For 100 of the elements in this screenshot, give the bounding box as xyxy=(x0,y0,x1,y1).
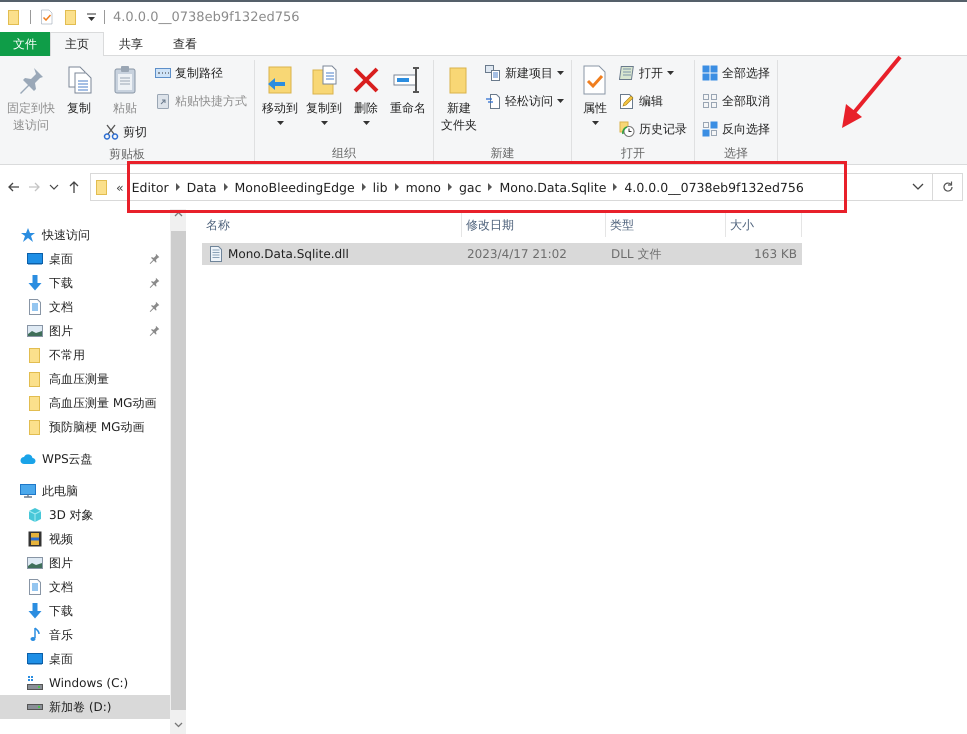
nav-item[interactable]: 3D 对象 xyxy=(0,503,170,527)
folder-icon xyxy=(27,371,43,387)
picture-icon xyxy=(27,555,43,571)
caret-icon xyxy=(362,121,370,125)
ribbon-button[interactable]: 删除 xyxy=(347,60,385,125)
ribbon-button[interactable]: 全部选择 xyxy=(699,60,773,86)
ribbon-button[interactable]: 复制 xyxy=(60,60,98,117)
monitor-icon xyxy=(27,251,43,267)
nav-item[interactable]: Windows (C:) xyxy=(0,671,170,695)
ribbon-button[interactable]: 打开 xyxy=(616,60,690,86)
nav-item[interactable]: 音乐 xyxy=(0,623,170,647)
checker-grid-icon xyxy=(702,121,718,137)
ribbon-button[interactable]: 轻松访问 xyxy=(482,88,567,114)
ribbon-button[interactable]: 反向选择 xyxy=(699,116,773,142)
down-arrow-icon xyxy=(27,275,43,291)
ribbon-button[interactable]: 全部取消 xyxy=(699,88,773,114)
breadcrumb-item[interactable]: gac xyxy=(452,180,488,194)
ribbon-tab[interactable]: 共享 xyxy=(104,32,158,56)
address-bar[interactable]: « Editor Data MonoBleedingEdge lib mono gac Mono.Data.Sqlite 4.0.0.0__0738eb9f132ed756 xyxy=(90,173,933,201)
nav-item[interactable]: 下载 xyxy=(0,599,170,623)
nav-item[interactable]: 图片 xyxy=(0,551,170,575)
drive-icon xyxy=(27,704,43,710)
nav-item[interactable]: 视频 xyxy=(0,527,170,551)
ribbon-tab[interactable]: 查看 xyxy=(158,32,212,56)
caret-icon xyxy=(592,121,598,125)
group-label: 选择 xyxy=(723,145,749,162)
chevron-right-icon[interactable] xyxy=(222,183,229,191)
scroll-up-icon[interactable] xyxy=(174,211,182,217)
scissors-icon xyxy=(103,124,119,140)
breadcrumb-item[interactable]: lib xyxy=(366,180,394,194)
column-header[interactable]: 修改日期 xyxy=(462,213,606,237)
folder-icon xyxy=(27,419,43,435)
breadcrumb-item[interactable]: Data xyxy=(180,180,223,194)
nav-item[interactable]: 快速访问 xyxy=(0,223,170,247)
chevron-right-icon[interactable] xyxy=(487,183,494,191)
customize-caret-icon[interactable] xyxy=(87,13,96,21)
pin-icon[interactable] xyxy=(149,325,160,336)
refresh-button[interactable] xyxy=(933,173,963,201)
dropdown-chevron-icon xyxy=(49,184,59,190)
chevron-right-icon[interactable] xyxy=(394,183,400,191)
path-field-icon xyxy=(155,65,171,81)
column-header[interactable]: 类型 xyxy=(606,213,726,237)
column-header[interactable]: 大小 xyxy=(726,213,802,237)
ribbon-button[interactable]: 编辑 xyxy=(616,88,690,114)
nav-item[interactable]: 此电脑 xyxy=(0,479,170,503)
pin-icon[interactable] xyxy=(149,253,160,264)
caret-icon xyxy=(320,121,328,125)
file-icon xyxy=(208,246,224,262)
ribbon-button[interactable]: 剪切 xyxy=(100,119,150,145)
picture-icon xyxy=(27,323,43,339)
overflow-button[interactable]: « xyxy=(110,180,126,194)
nav-item[interactable]: 不常用 xyxy=(0,343,170,367)
ribbon-button[interactable]: 新建 文件夹 xyxy=(438,60,480,134)
scroll-down-icon[interactable] xyxy=(174,722,182,728)
nav-item[interactable]: 高血压测量 xyxy=(0,367,170,391)
table-cell-text: 2023/4/17 21:02 xyxy=(466,247,568,261)
drive-icon xyxy=(27,675,43,691)
ribbon-button[interactable]: 历史记录 xyxy=(616,116,690,142)
chevron-right-icon[interactable] xyxy=(174,183,181,191)
nav-item[interactable]: 文档 xyxy=(0,575,170,599)
clock-folder-icon xyxy=(619,121,635,137)
pin-icon[interactable] xyxy=(149,301,160,312)
nav-item[interactable]: 预防脑梗 MG动画 xyxy=(0,415,170,439)
nav-item[interactable]: WPS云盘 xyxy=(0,447,170,471)
ribbon-tab[interactable]: 主页 xyxy=(50,32,104,56)
folder-icon xyxy=(27,347,43,363)
nav-item[interactable]: 桌面 xyxy=(0,247,170,271)
group-label: 剪贴板 xyxy=(108,146,146,163)
monitor-icon xyxy=(27,651,43,667)
ribbon-button[interactable]: 属性 xyxy=(576,60,614,125)
document-lines-icon xyxy=(485,93,501,109)
breadcrumb-item[interactable]: mono xyxy=(400,180,447,194)
chevron-right-icon[interactable] xyxy=(612,183,618,191)
breadcrumb-item[interactable]: 4.0.0.0__0738eb9f132ed756 xyxy=(618,180,810,194)
dropdown-chevron-icon[interactable] xyxy=(912,183,924,191)
chevron-right-icon[interactable] xyxy=(360,183,367,191)
ribbon-button[interactable]: 复制到 xyxy=(303,60,345,125)
nav-item[interactable]: 图片 xyxy=(0,319,170,343)
document-icon xyxy=(27,579,43,595)
breadcrumb-item[interactable]: Editor xyxy=(126,180,175,194)
pin-icon[interactable] xyxy=(149,277,160,288)
ribbon-button[interactable]: 复制路径 xyxy=(152,60,250,86)
nav-item[interactable]: 桌面 xyxy=(0,647,170,671)
notepad-icon xyxy=(619,65,635,81)
breadcrumb-item[interactable]: Mono.Data.Sqlite xyxy=(493,180,612,194)
down-arrow-icon xyxy=(27,603,43,619)
column-header[interactable]: 名称 xyxy=(202,213,462,237)
nav-item[interactable]: 下载 xyxy=(0,271,170,295)
file-menu-tab[interactable]: 文件 xyxy=(0,32,50,56)
breadcrumb-item[interactable]: MonoBleedingEdge xyxy=(228,180,361,194)
table-cell-text: 163 KB xyxy=(753,247,798,261)
ribbon-button[interactable]: 重命名 xyxy=(387,60,429,117)
ribbon-button[interactable]: 移动到 xyxy=(259,60,301,125)
nav-item[interactable]: 高血压测量 MG动画 xyxy=(0,391,170,415)
folder-icon xyxy=(27,395,43,411)
nav-item[interactable]: 新加卷 (D:) xyxy=(0,695,170,719)
nav-item[interactable]: 文档 xyxy=(0,295,170,319)
chevron-right-icon[interactable] xyxy=(446,183,453,191)
ribbon-button[interactable]: 新建项目 xyxy=(482,60,567,86)
file-row[interactable]: Mono.Data.Sqlite.dll 2023/4/17 21:02 DLL 文件 163 KB xyxy=(202,243,802,265)
